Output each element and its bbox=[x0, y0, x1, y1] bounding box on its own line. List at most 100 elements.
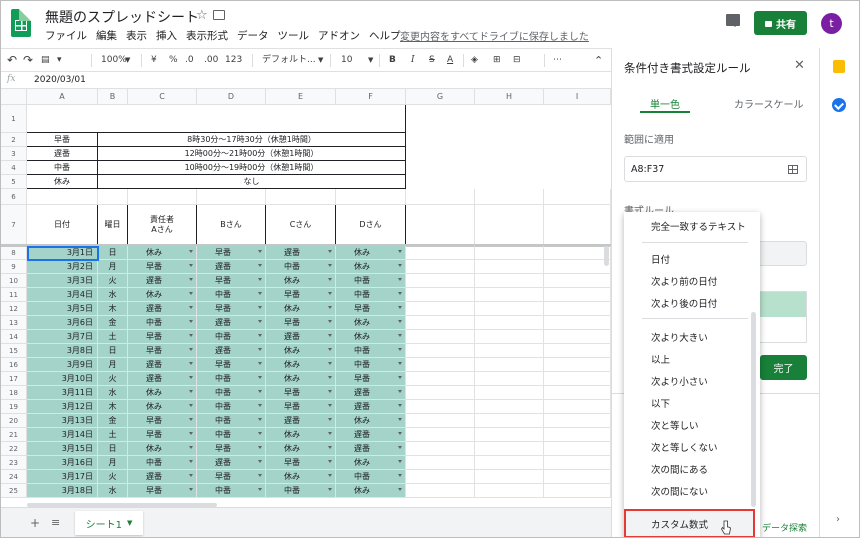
date-cell[interactable]: 3月1日 bbox=[27, 246, 98, 260]
shift-dropdown-cell[interactable]: 遅番 bbox=[336, 442, 406, 456]
date-cell[interactable]: 3月10日 bbox=[27, 372, 98, 386]
all-sheets-icon[interactable]: ≡ bbox=[51, 516, 60, 529]
grid-cell[interactable] bbox=[544, 456, 611, 470]
range-input[interactable]: A8:F37 bbox=[624, 156, 807, 182]
dropdown-arrow-icon[interactable] bbox=[398, 488, 402, 493]
dropdown-arrow-icon[interactable] bbox=[258, 460, 262, 465]
grid-cell[interactable] bbox=[475, 400, 544, 414]
dropdown-arrow-icon[interactable] bbox=[189, 474, 193, 479]
paint-format-icon[interactable]: ▾ bbox=[57, 53, 62, 68]
shift-dropdown-cell[interactable]: 早番 bbox=[197, 470, 266, 484]
borders-icon[interactable]: ⊞ bbox=[493, 53, 501, 68]
grid-cell[interactable] bbox=[406, 189, 475, 245]
date-cell[interactable]: 3月9日 bbox=[27, 358, 98, 372]
dropdown-arrow-icon[interactable] bbox=[258, 362, 262, 367]
menu-file[interactable]: ファイル bbox=[45, 28, 87, 43]
shift-dropdown-cell[interactable]: 早番 bbox=[336, 302, 406, 316]
dropdown-arrow-icon[interactable] bbox=[189, 250, 193, 255]
dropdown-arrow-icon[interactable] bbox=[328, 306, 332, 311]
dropdown-arrow-icon[interactable] bbox=[189, 348, 193, 353]
keep-icon[interactable] bbox=[833, 60, 845, 73]
dropdown-arrow-icon[interactable] bbox=[398, 404, 402, 409]
undo-icon[interactable]: ↶ bbox=[7, 53, 17, 68]
menu-format[interactable]: 表示形式 bbox=[186, 28, 228, 43]
weekday-cell[interactable]: 月 bbox=[98, 358, 128, 372]
date-cell[interactable]: 3月5日 bbox=[27, 302, 98, 316]
dropdown-arrow-icon[interactable] bbox=[258, 264, 262, 269]
dropdown-arrow-icon[interactable] bbox=[258, 390, 262, 395]
grid-cell[interactable] bbox=[544, 400, 611, 414]
row-header[interactable]: 13 bbox=[1, 316, 27, 330]
row-header[interactable]: 17 bbox=[1, 372, 27, 386]
shift-dropdown-cell[interactable]: 中番 bbox=[336, 470, 406, 484]
decrease-decimal-button[interactable]: .0 bbox=[185, 53, 194, 68]
shift-dropdown-cell[interactable]: 早番 bbox=[336, 372, 406, 386]
shift-dropdown-cell[interactable]: 遅番 bbox=[266, 414, 336, 428]
weekday-cell[interactable]: 水 bbox=[98, 484, 128, 498]
dropdown-arrow-icon[interactable] bbox=[189, 306, 193, 311]
weekday-cell[interactable]: 土 bbox=[98, 428, 128, 442]
column-header[interactable]: E bbox=[266, 89, 336, 105]
grid-cell[interactable] bbox=[475, 386, 544, 400]
menu-item[interactable]: 次より後の日付 bbox=[651, 296, 717, 310]
shift-dropdown-cell[interactable]: 早番 bbox=[128, 428, 197, 442]
dropdown-arrow-icon[interactable] bbox=[398, 348, 402, 353]
dropdown-arrow-icon[interactable] bbox=[398, 292, 402, 297]
dropdown-arrow-icon[interactable] bbox=[328, 432, 332, 437]
dropdown-arrow-icon[interactable] bbox=[258, 488, 262, 493]
save-status-link[interactable]: 変更内容をすべてドライブに保存しました bbox=[400, 28, 589, 43]
shift-dropdown-cell[interactable]: 休み bbox=[266, 302, 336, 316]
shift-name-cell[interactable]: 休み bbox=[27, 175, 98, 189]
menu-edit[interactable]: 編集 bbox=[96, 28, 117, 43]
shift-dropdown-cell[interactable]: 休み bbox=[266, 358, 336, 372]
shift-dropdown-cell[interactable]: 休み bbox=[336, 330, 406, 344]
row-header[interactable]: 24 bbox=[1, 470, 27, 484]
shift-dropdown-cell[interactable]: 早番 bbox=[197, 358, 266, 372]
grid-cell[interactable] bbox=[475, 358, 544, 372]
dropdown-arrow-icon[interactable] bbox=[398, 418, 402, 423]
shift-dropdown-cell[interactable]: 休み bbox=[336, 316, 406, 330]
shift-dropdown-cell[interactable]: 休み bbox=[266, 344, 336, 358]
row-header[interactable]: 22 bbox=[1, 442, 27, 456]
shift-dropdown-cell[interactable]: 休み bbox=[336, 246, 406, 260]
date-cell[interactable]: 3月12日 bbox=[27, 400, 98, 414]
grid-cell[interactable] bbox=[475, 428, 544, 442]
merge-cells-icon[interactable]: ⊟ bbox=[513, 53, 521, 68]
shift-dropdown-cell[interactable]: 遅番 bbox=[128, 358, 197, 372]
dropdown-arrow-icon[interactable] bbox=[328, 418, 332, 423]
menu-data[interactable]: データ bbox=[237, 28, 269, 43]
currency-button[interactable]: ¥ bbox=[151, 53, 157, 68]
date-cell[interactable]: 3月13日 bbox=[27, 414, 98, 428]
weekday-cell[interactable]: 水 bbox=[98, 386, 128, 400]
shift-dropdown-cell[interactable]: 早番 bbox=[266, 288, 336, 302]
dropdown-arrow-icon[interactable] bbox=[328, 348, 332, 353]
weekday-cell[interactable]: 日 bbox=[98, 246, 128, 260]
menu-item[interactable]: 完全一致するテキスト bbox=[651, 219, 746, 233]
dropdown-arrow-icon[interactable] bbox=[328, 278, 332, 283]
weekday-cell[interactable]: 水 bbox=[98, 288, 128, 302]
dropdown-arrow-icon[interactable] bbox=[258, 278, 262, 283]
row-header[interactable]: 18 bbox=[1, 386, 27, 400]
dropdown-arrow-icon[interactable] bbox=[189, 334, 193, 339]
dropdown-arrow-icon[interactable] bbox=[258, 306, 262, 311]
grid-cell[interactable] bbox=[406, 400, 475, 414]
row-header[interactable]: 3 bbox=[1, 147, 27, 161]
dropdown-arrow-icon[interactable] bbox=[189, 488, 193, 493]
row-header[interactable]: 14 bbox=[1, 330, 27, 344]
grid-cell[interactable] bbox=[406, 260, 475, 274]
grid-cell[interactable] bbox=[336, 189, 406, 205]
weekday-cell[interactable]: 月 bbox=[98, 456, 128, 470]
shift-name-cell[interactable]: 早番 bbox=[27, 133, 98, 147]
shift-dropdown-cell[interactable]: 早番 bbox=[197, 442, 266, 456]
dropdown-arrow-icon[interactable] bbox=[189, 418, 193, 423]
dropdown-arrow-icon[interactable] bbox=[328, 474, 332, 479]
menu-item[interactable]: 次と等しくない bbox=[651, 440, 718, 454]
collapse-toolbar-icon[interactable]: ⌃ bbox=[594, 53, 603, 68]
dropdown-arrow-icon[interactable] bbox=[398, 278, 402, 283]
menu-insert[interactable]: 挿入 bbox=[156, 28, 177, 43]
grid-cell[interactable] bbox=[266, 189, 336, 205]
shift-dropdown-cell[interactable]: 早番 bbox=[128, 330, 197, 344]
shift-dropdown-cell[interactable]: 遅番 bbox=[128, 372, 197, 386]
grid-cell[interactable] bbox=[544, 288, 611, 302]
dropdown-arrow-icon[interactable] bbox=[328, 488, 332, 493]
